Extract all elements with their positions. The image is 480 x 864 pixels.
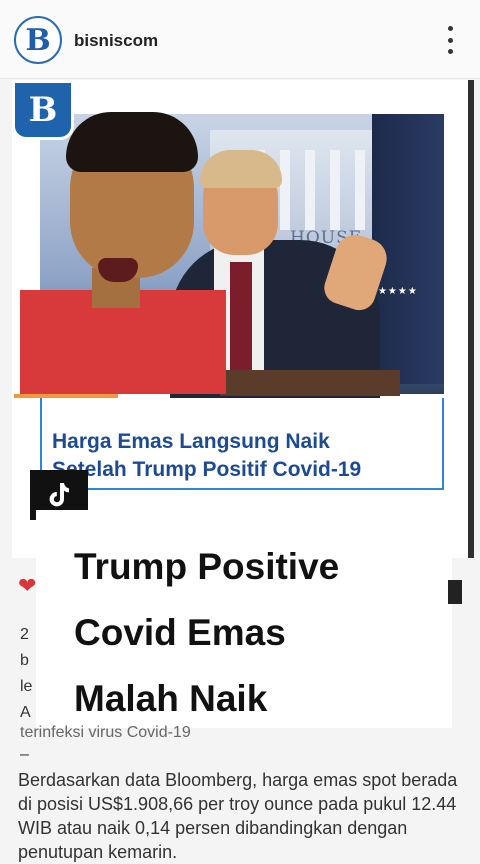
- overlay-title: Trump Positive Covid Emas Malah Naik: [74, 534, 434, 732]
- reporter-mouth: [98, 258, 138, 282]
- post-header: B bisniscom: [0, 0, 480, 79]
- bookmark-icon[interactable]: [448, 580, 462, 604]
- caption-partial-line: 2: [20, 626, 29, 643]
- reporter-hair: [66, 112, 198, 172]
- headline-line-1: Harga Emas Langsung Naik: [52, 430, 330, 453]
- username[interactable]: bisniscom: [74, 31, 158, 51]
- avatar[interactable]: B: [14, 16, 62, 64]
- caption-partial-line: le: [20, 678, 33, 695]
- caption-body: Berdasarkan data Bloomberg, harga emas s…: [18, 770, 458, 862]
- caption-dash: –: [20, 746, 29, 763]
- caption-hidden-line: terinfeksi virus Covid-19: [20, 724, 191, 741]
- caption-partial-line: A: [20, 704, 31, 721]
- podium: [220, 370, 400, 396]
- brand-logo-letter: B: [28, 90, 58, 130]
- avatar-logo: B: [25, 22, 51, 58]
- headline-line-2: Setelah Trump Positif Covid-19: [52, 458, 362, 481]
- heart-icon[interactable]: ❤: [18, 575, 38, 597]
- brand-logo-badge: B: [12, 80, 74, 140]
- overlay-title-line-3: Malah Naik: [74, 678, 268, 719]
- overlay-title-line-2: Covid Emas: [74, 612, 286, 653]
- more-icon[interactable]: [444, 26, 456, 54]
- caption-partial: 2 b le A: [20, 622, 32, 726]
- speaker-hair: [200, 150, 282, 188]
- news-headline: Harga Emas Langsung Naik Setelah Trump P…: [52, 428, 432, 484]
- speaker-tie: [230, 262, 252, 372]
- caption-partial-line: b: [20, 652, 29, 669]
- overlay-title-line-1: Trump Positive: [74, 546, 340, 587]
